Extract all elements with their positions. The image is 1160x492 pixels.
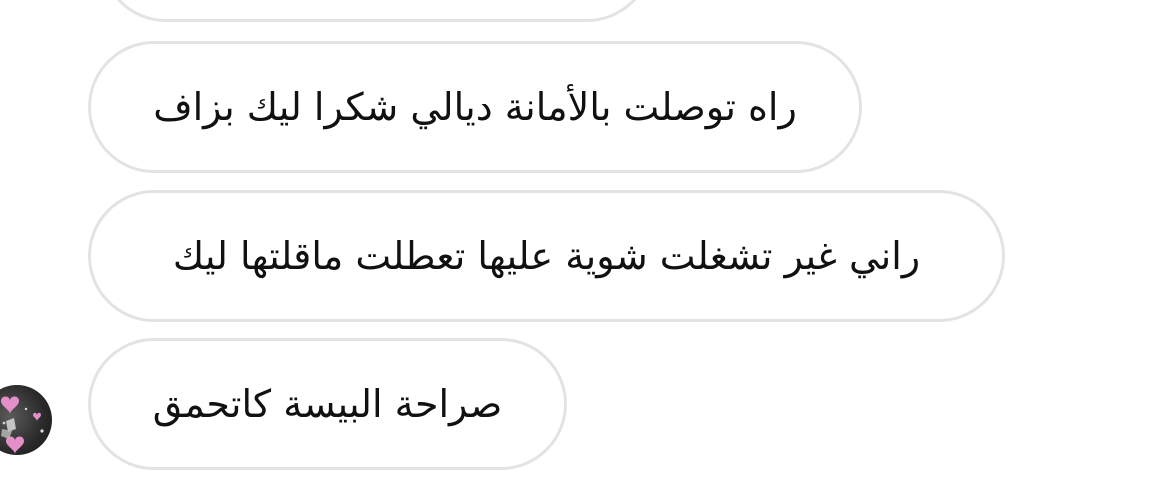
- figure-shape: [6, 418, 16, 432]
- message-text: راه توصلت بالأمانة ديالي شكرا ليك بزاف: [153, 85, 797, 129]
- message-text: راني غير تشغلت شوية عليها تعطلت ماقلتها …: [172, 234, 921, 278]
- message-text: صراحة البيسة كاتحمق: [152, 382, 503, 426]
- avatar-hearts-icon: [1, 396, 44, 454]
- message-bubble[interactable]: [100, 0, 653, 22]
- decoration-dot: [2, 421, 6, 425]
- decoration-dot: [24, 407, 28, 411]
- message-bubble[interactable]: راني غير تشغلت شوية عليها تعطلت ماقلتها …: [88, 190, 1005, 322]
- message-bubble[interactable]: راه توصلت بالأمانة ديالي شكرا ليك بزاف: [88, 41, 862, 173]
- heart-icon: [6, 436, 24, 454]
- heart-icon: [33, 412, 41, 421]
- sender-avatar[interactable]: [0, 385, 52, 455]
- message-bubble[interactable]: صراحة البيسة كاتحمق: [88, 338, 567, 470]
- decoration-dot: [40, 429, 44, 433]
- heart-icon: [1, 396, 19, 414]
